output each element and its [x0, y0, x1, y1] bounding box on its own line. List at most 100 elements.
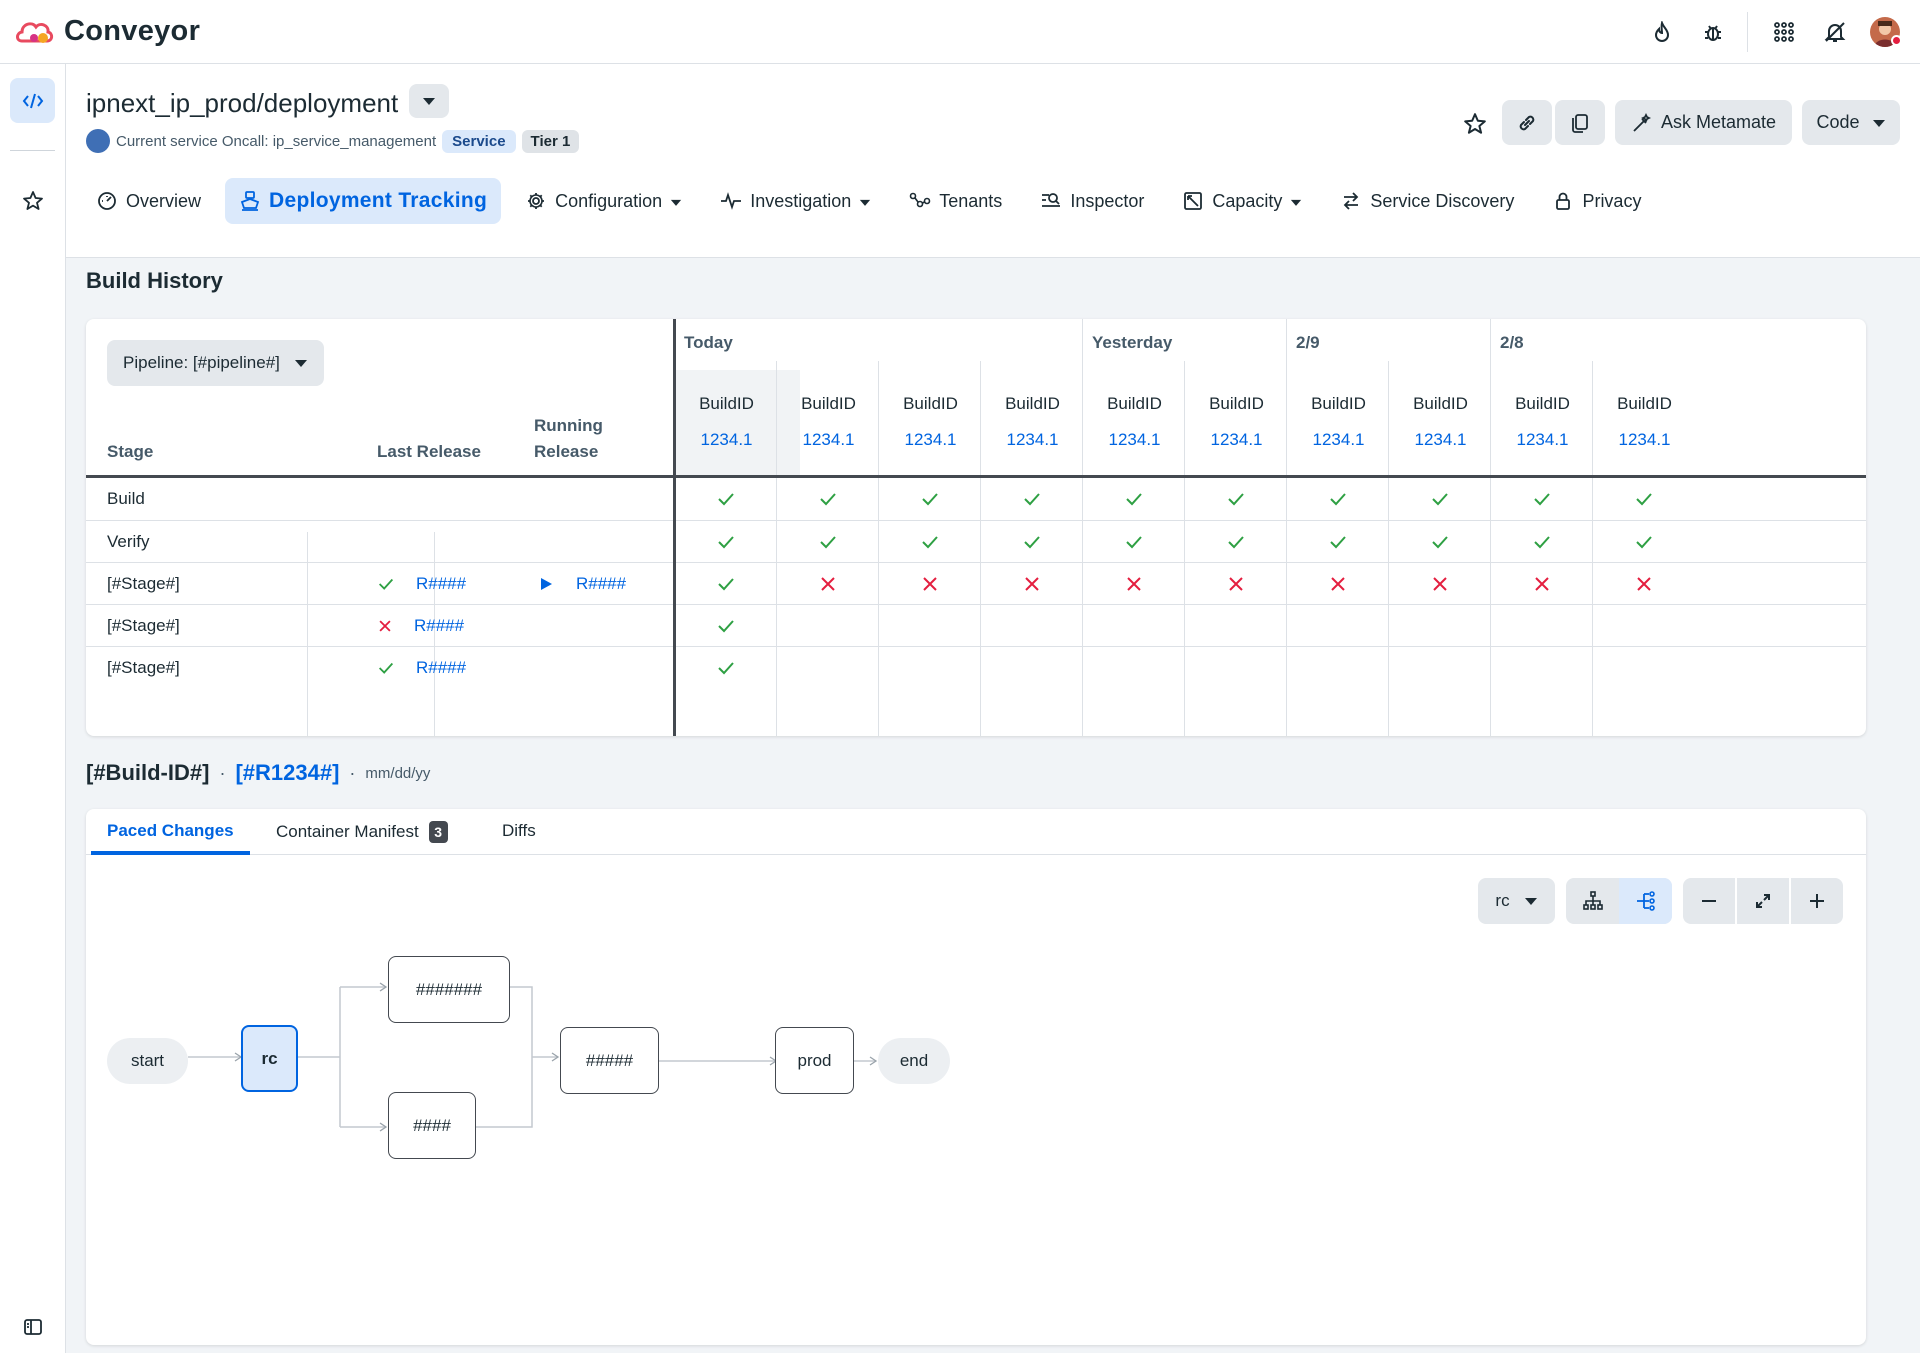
- favorite-star-icon[interactable]: [1459, 108, 1491, 140]
- success-check-icon[interactable]: [715, 488, 737, 510]
- success-check-icon[interactable]: [1225, 531, 1247, 553]
- tab-inspector[interactable]: Inspector: [1026, 178, 1158, 224]
- service-switcher-dropdown[interactable]: [409, 84, 449, 118]
- success-check-icon[interactable]: [1225, 488, 1247, 510]
- check-icon: [376, 658, 406, 678]
- graph-node-bottom[interactable]: ####: [388, 1092, 476, 1159]
- success-check-icon[interactable]: [919, 488, 941, 510]
- tab-investigation[interactable]: Investigation: [706, 178, 885, 224]
- success-check-icon[interactable]: [817, 531, 839, 553]
- failure-x-icon[interactable]: [1021, 573, 1043, 595]
- flame-icon[interactable]: [1648, 18, 1676, 46]
- ask-metamate-button[interactable]: Ask Metamate: [1615, 100, 1792, 145]
- last-release-link[interactable]: R####: [376, 658, 466, 678]
- failure-x-icon[interactable]: [1633, 573, 1655, 595]
- stage-label: Verify: [107, 532, 150, 551]
- success-check-icon[interactable]: [1123, 531, 1145, 553]
- failure-x-icon[interactable]: [1327, 573, 1349, 595]
- tab-label: Privacy: [1582, 190, 1642, 211]
- success-check-icon[interactable]: [1327, 488, 1349, 510]
- success-check-icon[interactable]: [1531, 531, 1553, 553]
- success-check-icon[interactable]: [1531, 488, 1553, 510]
- tab-label: Tenants: [939, 190, 1003, 211]
- date-2-8: 2/8: [1500, 333, 1524, 352]
- grid-divider: [1592, 361, 1593, 736]
- tab-capacity[interactable]: Capacity: [1168, 178, 1316, 224]
- tab-label: Service Discovery: [1370, 190, 1515, 211]
- build-id-link[interactable]: 1234.1: [1582, 430, 1707, 450]
- tab-overview[interactable]: Overview: [82, 178, 215, 224]
- success-check-icon[interactable]: [1429, 531, 1451, 553]
- collapse-sidebar-icon[interactable]: [19, 1313, 47, 1341]
- copy-button[interactable]: [1555, 100, 1605, 145]
- tab-service-discovery[interactable]: Service Discovery: [1326, 178, 1528, 224]
- play-icon: [538, 576, 564, 592]
- oncall-text[interactable]: Current service Oncall: ip_service_manag…: [116, 133, 436, 150]
- bug-icon[interactable]: [1699, 18, 1727, 46]
- failure-x-icon[interactable]: [1531, 573, 1553, 595]
- oncall-line: Current service Oncall: ip_service_manag…: [86, 128, 580, 154]
- graph-node-rc[interactable]: rc: [241, 1025, 298, 1092]
- last-release-link[interactable]: R####: [376, 616, 464, 636]
- apps-grid-icon[interactable]: [1770, 18, 1798, 46]
- tab-label: Deployment Tracking: [269, 189, 488, 212]
- success-check-icon[interactable]: [715, 615, 737, 637]
- graph-node-end[interactable]: end: [878, 1038, 950, 1084]
- failure-x-icon[interactable]: [1123, 573, 1145, 595]
- failure-x-icon[interactable]: [817, 573, 839, 595]
- code-dropdown-button[interactable]: Code: [1802, 100, 1900, 145]
- failure-x-icon[interactable]: [1225, 573, 1247, 595]
- build-id: [#Build-ID#]: [86, 760, 210, 785]
- code-icon[interactable]: [10, 78, 55, 123]
- service-header: ipnext_ip_prod/deployment Current servic…: [66, 64, 1920, 258]
- col-header-running-line1: Running: [534, 416, 603, 435]
- oncall-avatar[interactable]: [86, 129, 110, 153]
- graph-node-top[interactable]: #######: [388, 956, 510, 1023]
- release-link[interactable]: [#R1234#]: [235, 760, 339, 786]
- last-release-link[interactable]: R####: [376, 574, 466, 594]
- brand-name[interactable]: Conveyor: [64, 15, 200, 48]
- tab-deployment-tracking[interactable]: Deployment Tracking: [225, 178, 502, 224]
- favorites-star-icon[interactable]: [19, 187, 47, 215]
- stage-label: [#Stage#]: [107, 616, 180, 635]
- running-release-link[interactable]: R####: [538, 574, 626, 594]
- build-history-title: Build History: [86, 268, 223, 293]
- service-nav-tabs: Overview Deployment Tracking Configuration…: [82, 178, 1665, 224]
- success-check-icon[interactable]: [1633, 488, 1655, 510]
- grid-divider: [1184, 361, 1185, 736]
- success-check-icon[interactable]: [1021, 531, 1043, 553]
- tab-tenants[interactable]: Tenants: [895, 178, 1016, 224]
- success-check-icon[interactable]: [715, 531, 737, 553]
- separator-dot: ·: [219, 762, 226, 783]
- success-check-icon[interactable]: [715, 657, 737, 679]
- code-dropdown-label: Code: [1816, 112, 1860, 132]
- copy-link-button[interactable]: [1502, 100, 1552, 145]
- success-check-icon[interactable]: [1429, 488, 1451, 510]
- stage-label: [#Stage#]: [107, 658, 180, 677]
- build-column-header[interactable]: BuildID 1234.1: [1582, 370, 1707, 476]
- success-check-icon[interactable]: [1327, 531, 1349, 553]
- x-icon: [376, 617, 404, 635]
- grid-divider: [86, 475, 1866, 478]
- build-id-label: BuildID: [1617, 394, 1672, 413]
- failure-x-icon[interactable]: [919, 573, 941, 595]
- notifications-off-icon[interactable]: [1821, 18, 1849, 46]
- success-check-icon[interactable]: [1123, 488, 1145, 510]
- success-check-icon[interactable]: [919, 531, 941, 553]
- tab-label: Configuration: [555, 190, 663, 211]
- tab-privacy[interactable]: Privacy: [1538, 178, 1655, 224]
- success-check-icon[interactable]: [1633, 531, 1655, 553]
- tab-configuration[interactable]: Configuration: [511, 178, 696, 224]
- left-rail: [0, 64, 66, 1353]
- release-text: R####: [416, 574, 467, 593]
- graph-node-start[interactable]: start: [107, 1038, 188, 1084]
- success-check-icon[interactable]: [715, 573, 737, 595]
- graph-node-mid[interactable]: #####: [560, 1027, 659, 1094]
- failure-x-icon[interactable]: [1429, 573, 1451, 595]
- success-check-icon[interactable]: [817, 488, 839, 510]
- col-header-stage: Stage: [107, 442, 154, 461]
- check-icon: [376, 574, 406, 594]
- success-check-icon[interactable]: [1021, 488, 1043, 510]
- pipeline-dropdown[interactable]: Pipeline: [#pipeline#]: [107, 340, 324, 386]
- graph-node-prod[interactable]: prod: [775, 1027, 854, 1094]
